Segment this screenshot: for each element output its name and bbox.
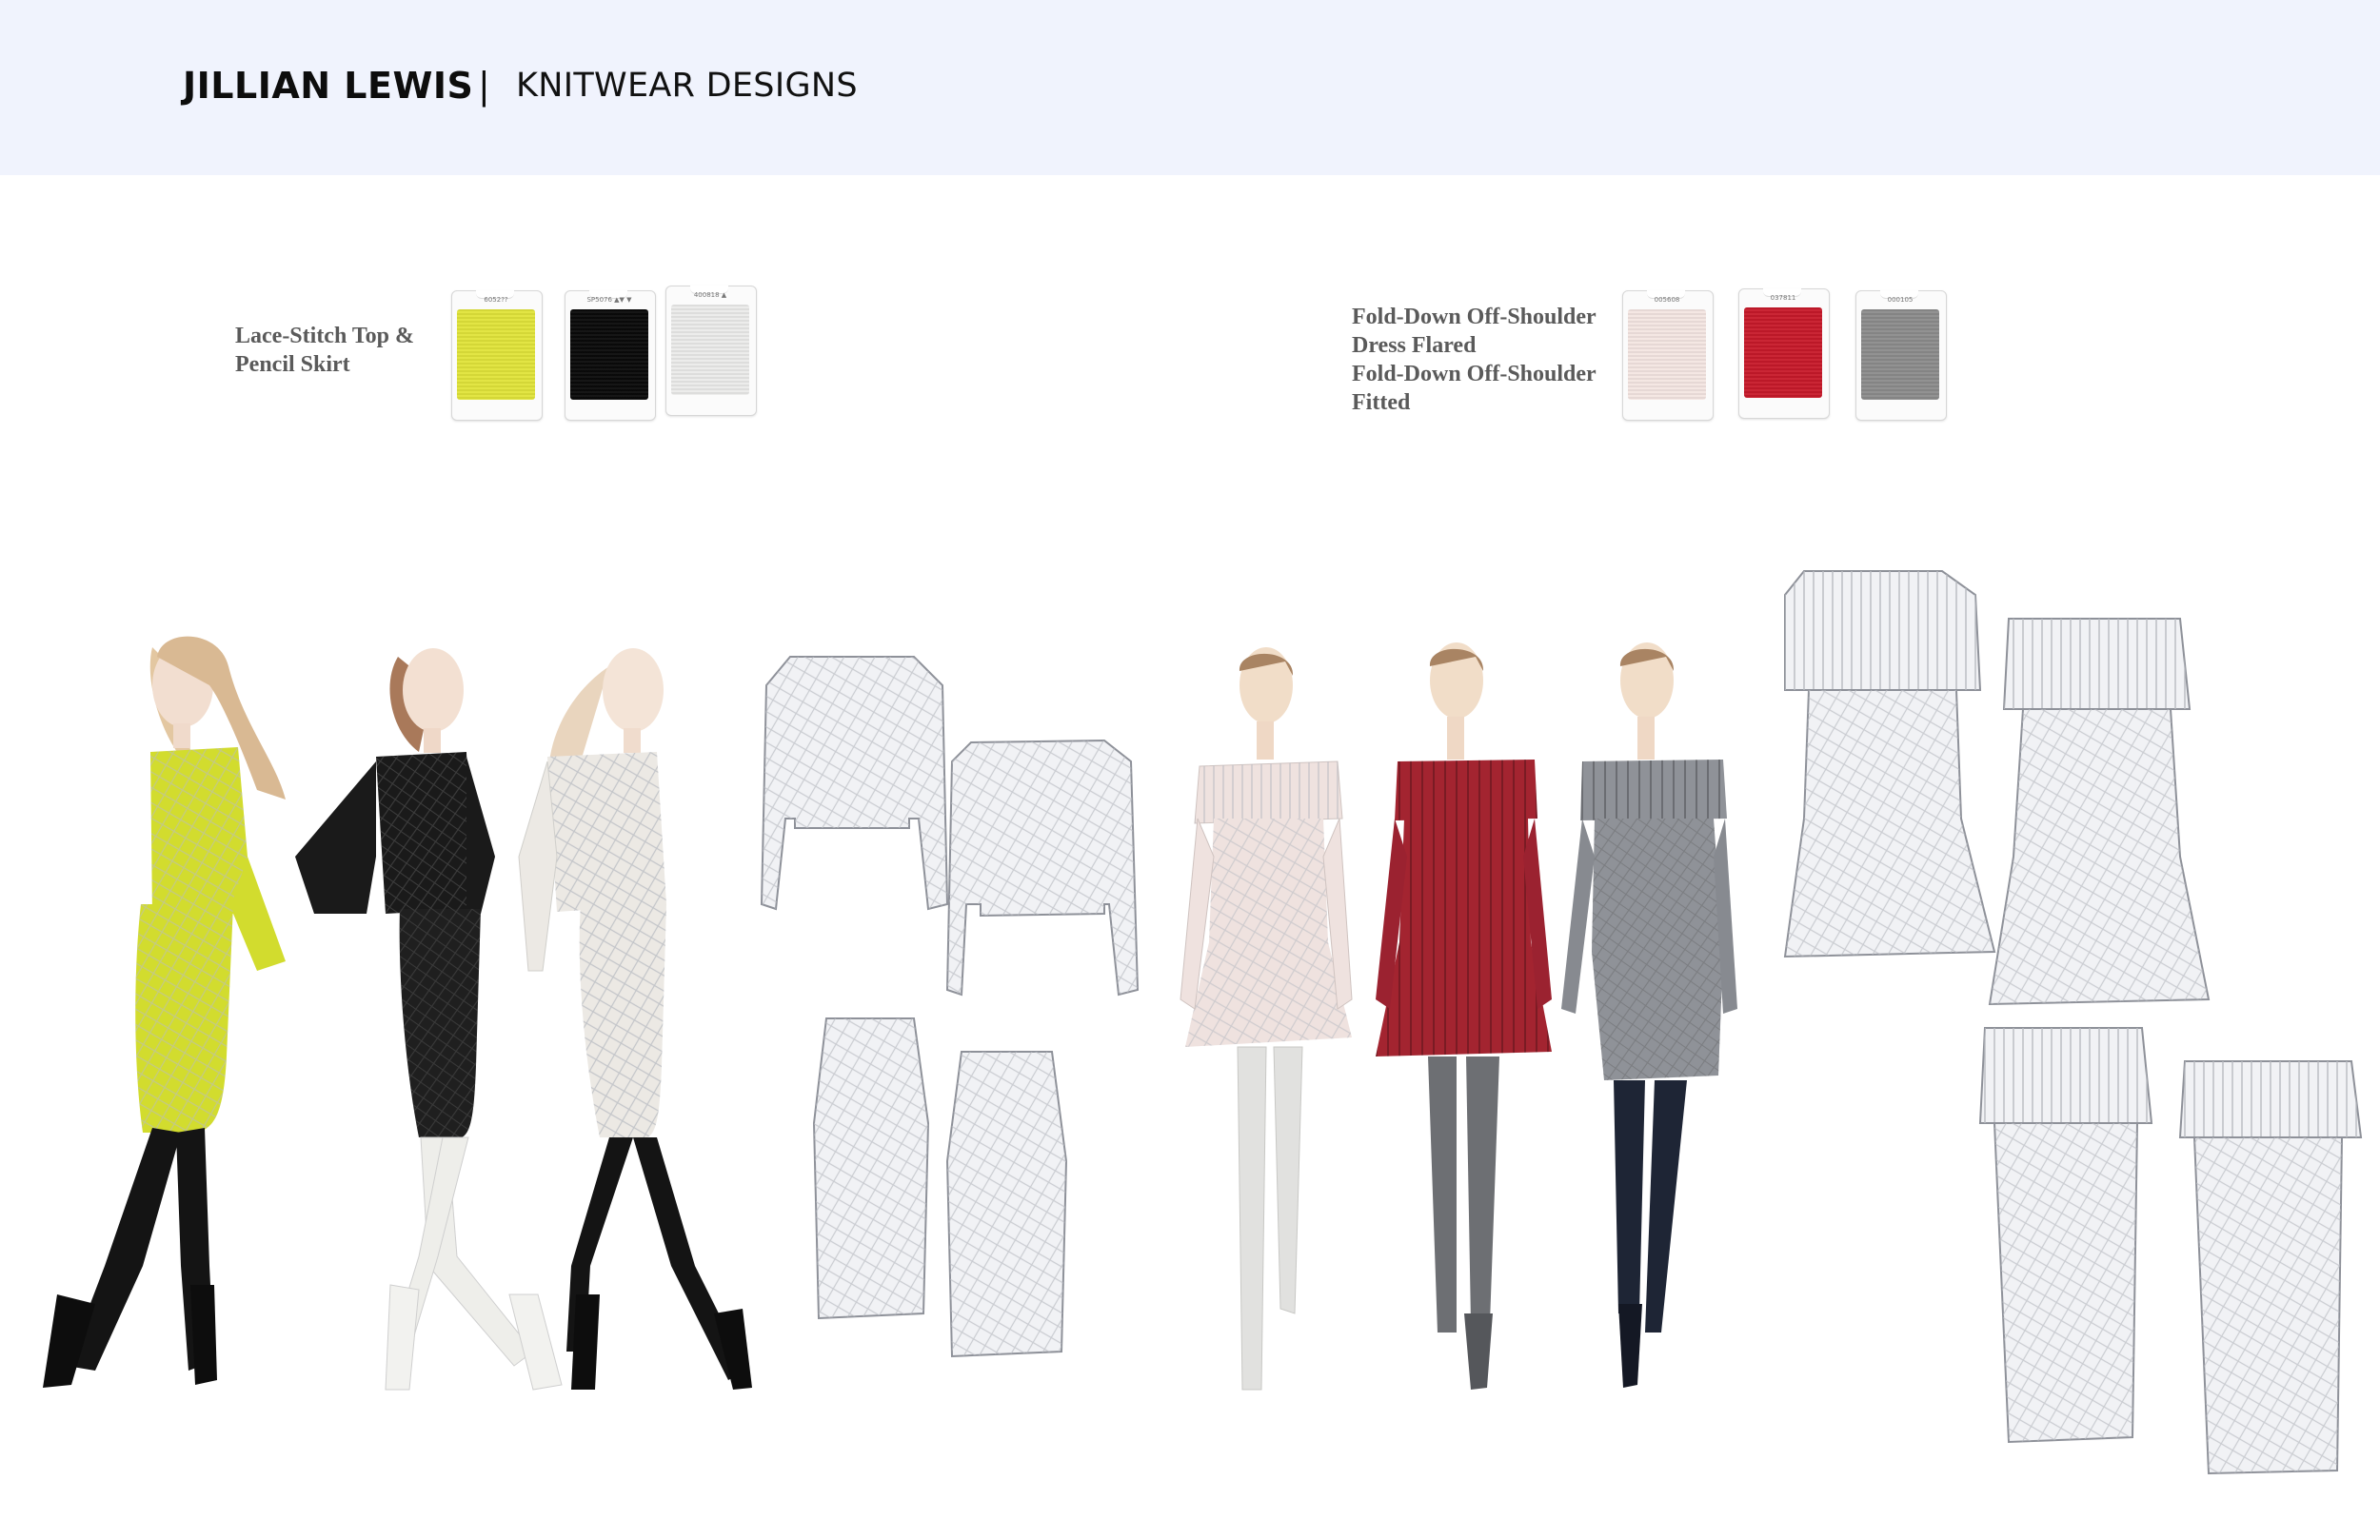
figure-red-dress [1376, 642, 1552, 1390]
figure-grey-dress [1561, 642, 1737, 1388]
figure-chartreuse-outfit [43, 636, 286, 1388]
figure-ivory-outfit [518, 648, 752, 1390]
fashion-illustrations [43, 570, 2363, 1475]
figure-blush-dress [1180, 647, 1353, 1391]
flat-sketches-top-skirt [760, 656, 1140, 1358]
flat-sketches-dresses [1783, 570, 2363, 1475]
figure-black-outfit [295, 648, 563, 1391]
